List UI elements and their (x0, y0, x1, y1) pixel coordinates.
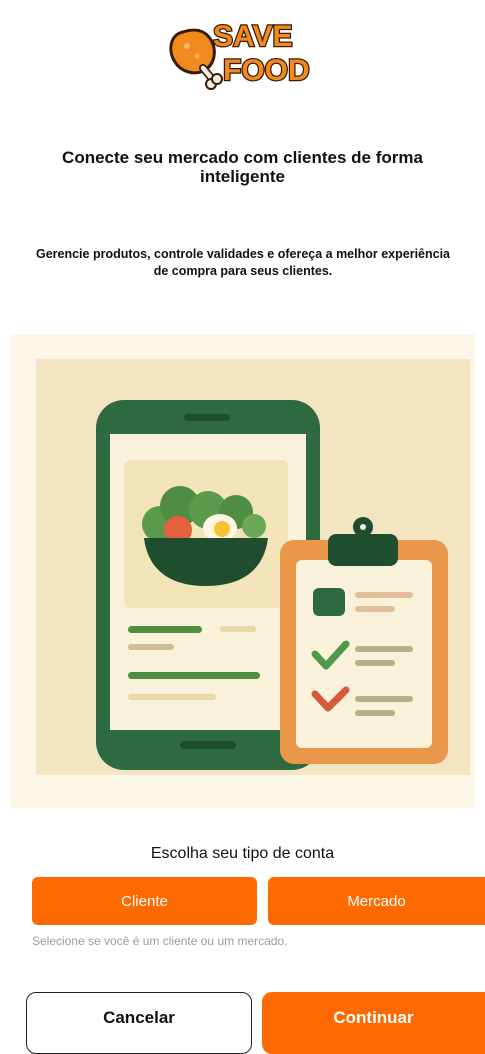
save-food-logo: SAVE FOOD (169, 19, 311, 90)
page-subtitle: Gerencie produtos, controle validades e … (35, 247, 451, 278)
continue-button[interactable]: Continuar (262, 992, 485, 1054)
logo-text-save: SAVE (213, 20, 292, 53)
clipboard-checklist-icon (280, 517, 448, 764)
account-option-mercado[interactable]: Mercado (268, 877, 485, 925)
account-type-hint: Selecione se você é um cliente ou um mer… (32, 934, 288, 948)
account-option-cliente[interactable]: Cliente (32, 877, 257, 925)
market-illustration (10, 334, 475, 808)
cancel-button[interactable]: Cancelar (26, 992, 252, 1054)
account-type-prompt: Escolha seu tipo de conta (150, 845, 335, 862)
logo-text-food: FOOD (223, 54, 310, 87)
page-title: Conecte seu mercado com clientes de form… (62, 148, 423, 186)
